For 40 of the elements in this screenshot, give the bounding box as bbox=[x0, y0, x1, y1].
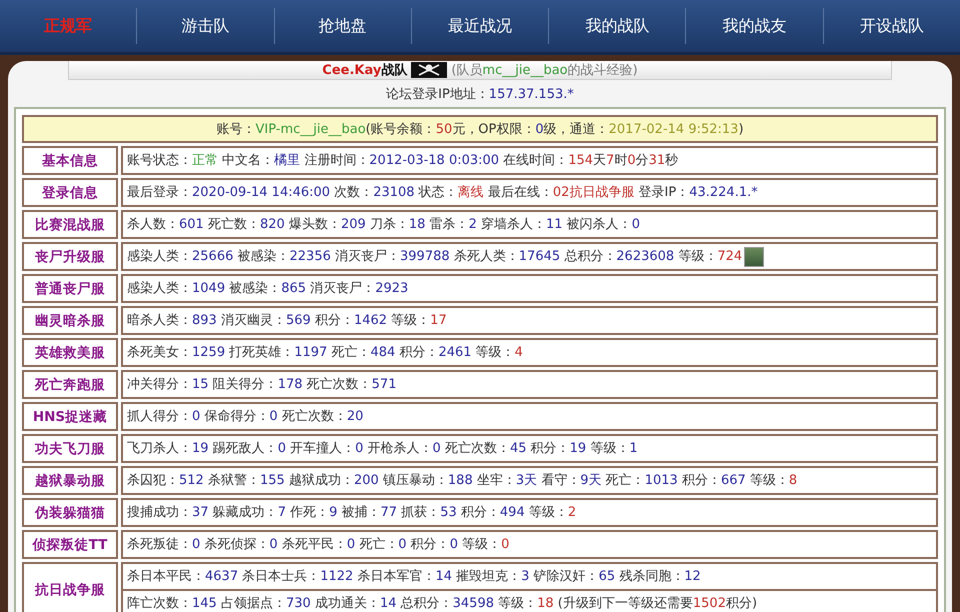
server-label-cell: 普通丧尸服 bbox=[22, 274, 118, 303]
stats-text: 抓人得分：0 保命得分：0 死亡次数：20 bbox=[127, 408, 364, 426]
stats-text: 感染人类：25666 被感染：22356 消灭丧尸：399788 杀死人类：17645 总积分：2623608 等级：724 bbox=[127, 248, 742, 266]
team-name: Cee.Kay战队 bbox=[322, 62, 408, 79]
nav-link[interactable]: 我的战队 bbox=[548, 8, 686, 44]
stats-text: 杀囚犯：512 杀狱警：155 越狱成功：200 镇压暴动：188 坐牢：3天 看守：9天 死亡：1013 积分：667 等级：8 bbox=[127, 472, 798, 490]
nav-link[interactable]: 开设战队 bbox=[822, 8, 960, 44]
server-label-cell: 功夫飞刀服 bbox=[22, 434, 118, 463]
nav-link[interactable]: 游击队 bbox=[136, 8, 274, 44]
stats-text: 最后登录：2020-09-14 14:46:00 次数：23108 状态：离线 最后在线：02抗日战争服 登录IP：43.224.1.* bbox=[127, 184, 758, 202]
stats-text: 飞刀杀人：19 踢死敌人：0 开车撞人：0 开枪杀人：0 死亡次数：45 积分：19 等级：1 bbox=[127, 440, 638, 458]
server-label-cell: 基本信息 bbox=[22, 146, 118, 175]
server-label-cell: HNS捉迷藏 bbox=[22, 402, 118, 431]
server-label-cell: 伪装躲猫猫 bbox=[22, 498, 118, 527]
server-label-cell: 英雄救美服 bbox=[22, 338, 118, 367]
server-label-cell: 越狱暴动服 bbox=[22, 466, 118, 495]
server-label-cell: 登录信息 bbox=[22, 178, 118, 207]
stats-text: 账号状态：正常 中文名：橘里 注册时间：2012-03-18 0:03:00 在线时间：154天7时0分31秒 bbox=[127, 152, 678, 170]
server-label-cell: 死亡奔跑服 bbox=[22, 370, 118, 399]
stats-text: 阵亡次数：145 占领据点：730 成功通关：14 总积分：34598 等级：18 (升级到下一等级还需要1502积分) bbox=[127, 595, 758, 612]
member-note: (队员mc__jie__bao的战斗经验) bbox=[451, 62, 638, 79]
server-label-cell: 侦探叛徒TT bbox=[22, 530, 118, 559]
account-text: 账号：VIP-mc__jie__bao(账号余额：50元，OP权限：0级，通道：2017-02-14 9:52:13) bbox=[216, 122, 744, 137]
skull-flag-icon bbox=[411, 62, 448, 78]
stats-text: 暗杀人类：893 消灭幽灵：569 积分：1462 等级：17 bbox=[127, 312, 447, 330]
server-label-cell: 幽灵暗杀服 bbox=[22, 306, 118, 335]
stats-text: 杀死美女：1259 打死英雄：1197 死亡：484 积分：2461 等级：4 bbox=[127, 344, 523, 362]
stats-text: 搜捕成功：37 躲藏成功：7 作死：9 被捕：77 抓获：53 积分：494 等级：2 bbox=[127, 504, 576, 522]
stats-text: 感染人类：1049 被感染：865 消灭丧尸：2923 bbox=[127, 280, 408, 298]
stats-text: 杀死叛徒：0 杀死侦探：0 杀死平民：0 死亡：0 积分：0 等级：0 bbox=[127, 536, 510, 554]
stats-text: 冲关得分：15 阻关得分：178 死亡次数：571 bbox=[127, 376, 396, 394]
ip-address-text: 论坛登录IP地址：157.37.153.* bbox=[386, 87, 574, 102]
server-label-cell: 抗日战争服 bbox=[22, 562, 118, 612]
server-label-cell: 比赛混战服 bbox=[22, 210, 118, 239]
nav-link[interactable]: 我的战友 bbox=[685, 8, 823, 44]
stats-text: 杀日本平民：4637 杀日本士兵：1122 杀日本军官：14 摧毁坦克：3 铲除汉奸：65 残杀同胞：12 bbox=[127, 568, 701, 586]
server-label-cell: 丧尸升级服 bbox=[22, 242, 118, 271]
nav-link[interactable]: 最近战况 bbox=[410, 8, 548, 44]
nav-link[interactable]: 抢地盘 bbox=[274, 8, 411, 44]
stats-text: 杀人数：601 死亡数：820 爆头数：209 刀杀：18 雷杀：2 穿墙杀人：11 被闪杀人：0 bbox=[127, 216, 640, 234]
